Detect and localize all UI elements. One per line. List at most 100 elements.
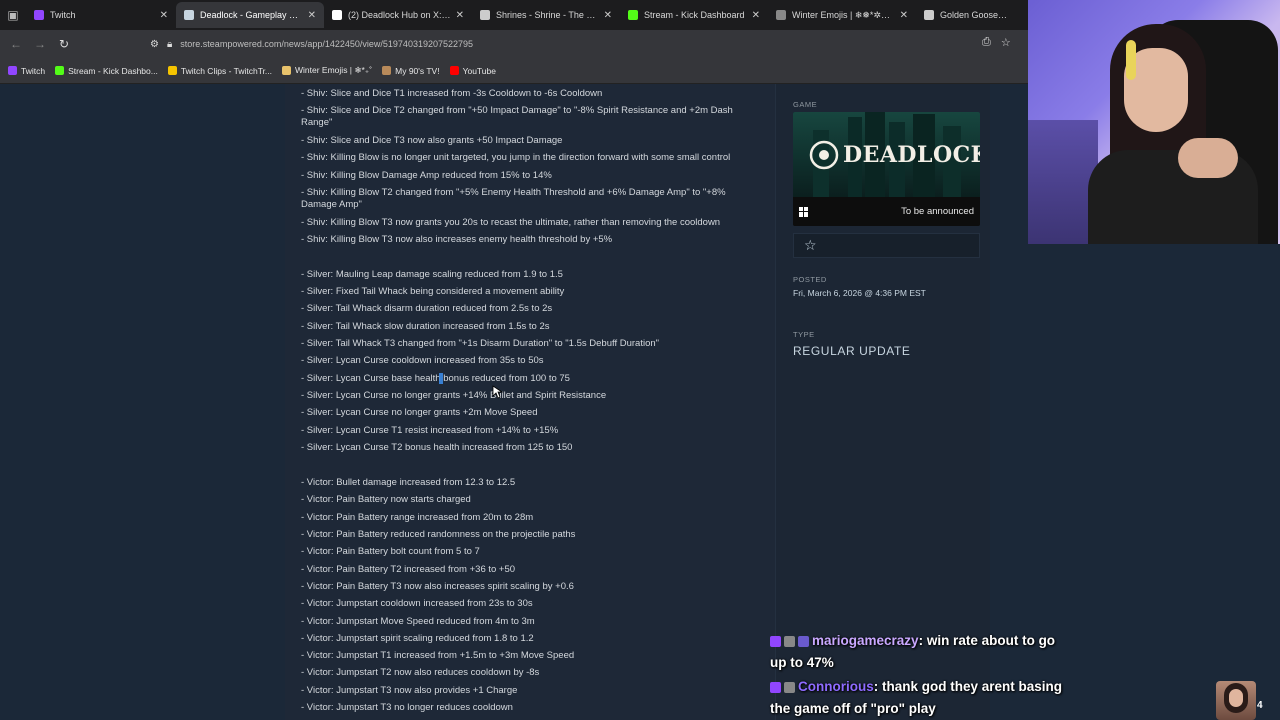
browser-tab[interactable]: Golden Goose Egg - T (916, 2, 1016, 28)
tab-strip: Twitch✕Deadlock - Gameplay Update -✕(2) … (26, 0, 1016, 30)
viewer-count: 4 (1257, 700, 1263, 711)
twitch-icon (34, 10, 44, 20)
chat-message: Connorious: thank god they arent basing … (770, 679, 1063, 716)
bookmark-label: YouTube (462, 65, 496, 76)
streamer-hand (1178, 138, 1238, 178)
browser-tab[interactable]: Deadlock - Gameplay Update - ✕ (176, 2, 324, 28)
bookmark-label: My 90's TV! (395, 65, 440, 76)
browser-tab[interactable]: Stream - Kick Dashboard ✕ (620, 2, 768, 28)
browser-tab[interactable]: Twitch ✕ (26, 2, 176, 28)
install-app-icon[interactable]: ⎙ (982, 36, 991, 49)
url-text[interactable]: store.steampowered.com/news/app/1422450/… (180, 39, 473, 49)
patch-note-line: - Silver: Lycan Curse no longer grants +… (301, 390, 607, 401)
patch-note-line: - Victor: Pain Battery range increased f… (301, 512, 534, 523)
patch-note-line: - Shiv: Killing Blow Damage Amp reduced … (301, 170, 552, 181)
patch-note-line: - Victor: Pain Battery reduced randomnes… (301, 529, 576, 540)
webcam-overlay (1028, 0, 1280, 244)
tab-label: Shrines - Shrine - The Deadlock (496, 10, 600, 20)
patch-note-line: Range" (301, 117, 333, 128)
bookmark-item[interactable]: YouTube (449, 65, 496, 76)
close-tab-icon[interactable]: ✕ (456, 10, 464, 21)
address-bar[interactable]: ⚙ 🔒︎ store.steampowered.com/news/app/142… (150, 34, 1020, 54)
patch-note-line: - Shiv: Killing Blow is no longer unit t… (301, 152, 731, 163)
patch-note-line: - Silver: Tail Whack slow duration incre… (301, 321, 550, 332)
patch-notes-article: - Shiv: Slice and Dice T1 increased from… (285, 84, 775, 720)
sub-badge-icon (784, 681, 795, 693)
patch-note-line: - Victor: Jumpstart T3 now also provides… (301, 685, 518, 696)
browser-tab[interactable]: Winter Emojis | ❄︎❅*✲❄︎˚*₊❅❄︎˚❆ ✕ (768, 2, 916, 28)
bookmark-label: Twitch Clips - TwitchTr... (180, 65, 273, 76)
bookmark-item[interactable]: Twitch (8, 66, 45, 76)
youtube-icon (449, 66, 459, 75)
patch-note-line: - Silver: Tail Whack T3 changed from "+1… (301, 338, 660, 349)
forward-icon[interactable]: → (28, 37, 52, 51)
browser-tab[interactable]: Shrines - Shrine - The Deadlock ✕ (472, 2, 620, 28)
site-info-icon[interactable]: ⚙ (150, 39, 159, 50)
patch-note-line: - Silver: Lycan Curse base health bonus … (301, 373, 570, 384)
back-icon[interactable]: ← (4, 37, 28, 51)
bookmark-star-icon[interactable]: ☆ (1001, 36, 1011, 49)
page-background-left (0, 84, 285, 720)
patch-note-line: - Victor: Jumpstart cooldown increased f… (301, 598, 533, 609)
patch-note-line: - Silver: Lycan Curse cooldown increased… (301, 355, 544, 366)
close-tab-icon[interactable]: ✕ (752, 10, 760, 21)
patch-note-line: - Victor: Bullet damage increased from 1… (301, 477, 516, 488)
patch-note-line: - Victor: Pain Battery T2 increased from… (301, 564, 516, 575)
reload-icon[interactable]: ↻ (52, 37, 76, 51)
patch-note-line: - Shiv: Killing Blow T3 now also increas… (301, 234, 613, 245)
chat-username: Connorious (798, 679, 874, 694)
x-icon (332, 10, 342, 20)
close-tab-icon[interactable]: ✕ (604, 10, 612, 21)
wiki-icon (480, 10, 490, 20)
browser-tab[interactable]: (2) Deadlock Hub on X: "NEW D ✕ (324, 2, 472, 28)
close-tab-icon[interactable]: ✕ (308, 10, 316, 21)
kick-icon (628, 10, 638, 20)
patch-note-line: Damage Amp" (301, 199, 362, 210)
patch-note-line: - Victor: Jumpstart T3 no longer reduces… (301, 702, 513, 713)
patch-note-line: - Victor: Jumpstart Move Speed reduced f… (301, 616, 535, 627)
patch-note-line: - Victor: Pain Battery T3 now also incre… (301, 581, 574, 592)
posted-date: Fri, March 6, 2026 @ 4:36 PM EST (793, 288, 926, 298)
clips-icon (167, 66, 177, 75)
patch-note-line: - Victor: Pain Battery now starts charge… (301, 494, 471, 505)
twitch-badge-icon (770, 635, 781, 647)
text-selection-caret (439, 373, 443, 384)
windows-icon (799, 206, 809, 217)
game-platform-bar: To be announced (793, 197, 980, 226)
twitch-icon (8, 66, 17, 75)
globe-icon (776, 10, 786, 20)
patch-note-line: - Silver: Tail Whack disarm duration red… (301, 303, 553, 314)
kick-icon (55, 66, 65, 75)
bookmark-label: Stream - Kick Dashbo... (68, 65, 158, 76)
patch-note-line: - Silver: Mauling Leap damage scaling re… (301, 269, 563, 280)
patch-note-line: - Shiv: Slice and Dice T3 now also grant… (301, 135, 563, 146)
bookmark-item[interactable]: Winter Emojis | ❄︎*₊˚ (282, 65, 372, 76)
chat-username: mariogamecrazy (812, 633, 919, 648)
bookmark-item[interactable]: Stream - Kick Dashbo... (55, 66, 158, 76)
tab-label: Golden Goose Egg - T (940, 10, 1008, 20)
patch-note-line: - Silver: Lycan Curse T1 resist increase… (301, 425, 559, 436)
twitch-badge-icon (770, 681, 781, 693)
tab-label: Twitch (50, 10, 76, 20)
type-value: REGULAR UPDATE (793, 344, 911, 358)
tv-icon (382, 66, 392, 75)
sub-badge-icon (784, 635, 795, 647)
patch-note-line: - Shiv: Killing Blow T3 now grants you 2… (301, 217, 721, 228)
lock-icon: 🔒︎ (166, 38, 173, 50)
tab-search-icon[interactable]: ▣ (0, 0, 26, 30)
bookmark-item[interactable]: My 90's TV! (382, 65, 440, 76)
streamer-mini-avatar (1216, 681, 1256, 720)
bookmark-item[interactable]: Twitch Clips - TwitchTr... (167, 65, 273, 76)
close-tab-icon[interactable]: ✕ (160, 10, 168, 21)
patch-note-line: - Silver: Lycan Curse no longer grants +… (301, 407, 538, 418)
game-label: GAME (793, 100, 818, 109)
release-status: To be announced (901, 206, 974, 217)
folder-icon (282, 66, 292, 75)
patch-note-line: - Silver: Fixed Tail Whack being conside… (301, 286, 565, 297)
steam-icon (184, 10, 194, 20)
star-icon: ☆ (804, 237, 817, 253)
wishlist-star-button[interactable]: ☆ (793, 233, 980, 258)
game-capsule[interactable]: DEADLOCK To be announced (793, 112, 980, 226)
close-tab-icon[interactable]: ✕ (900, 10, 908, 21)
patch-note-line: - Shiv: Slice and Dice T1 increased from… (301, 88, 603, 99)
